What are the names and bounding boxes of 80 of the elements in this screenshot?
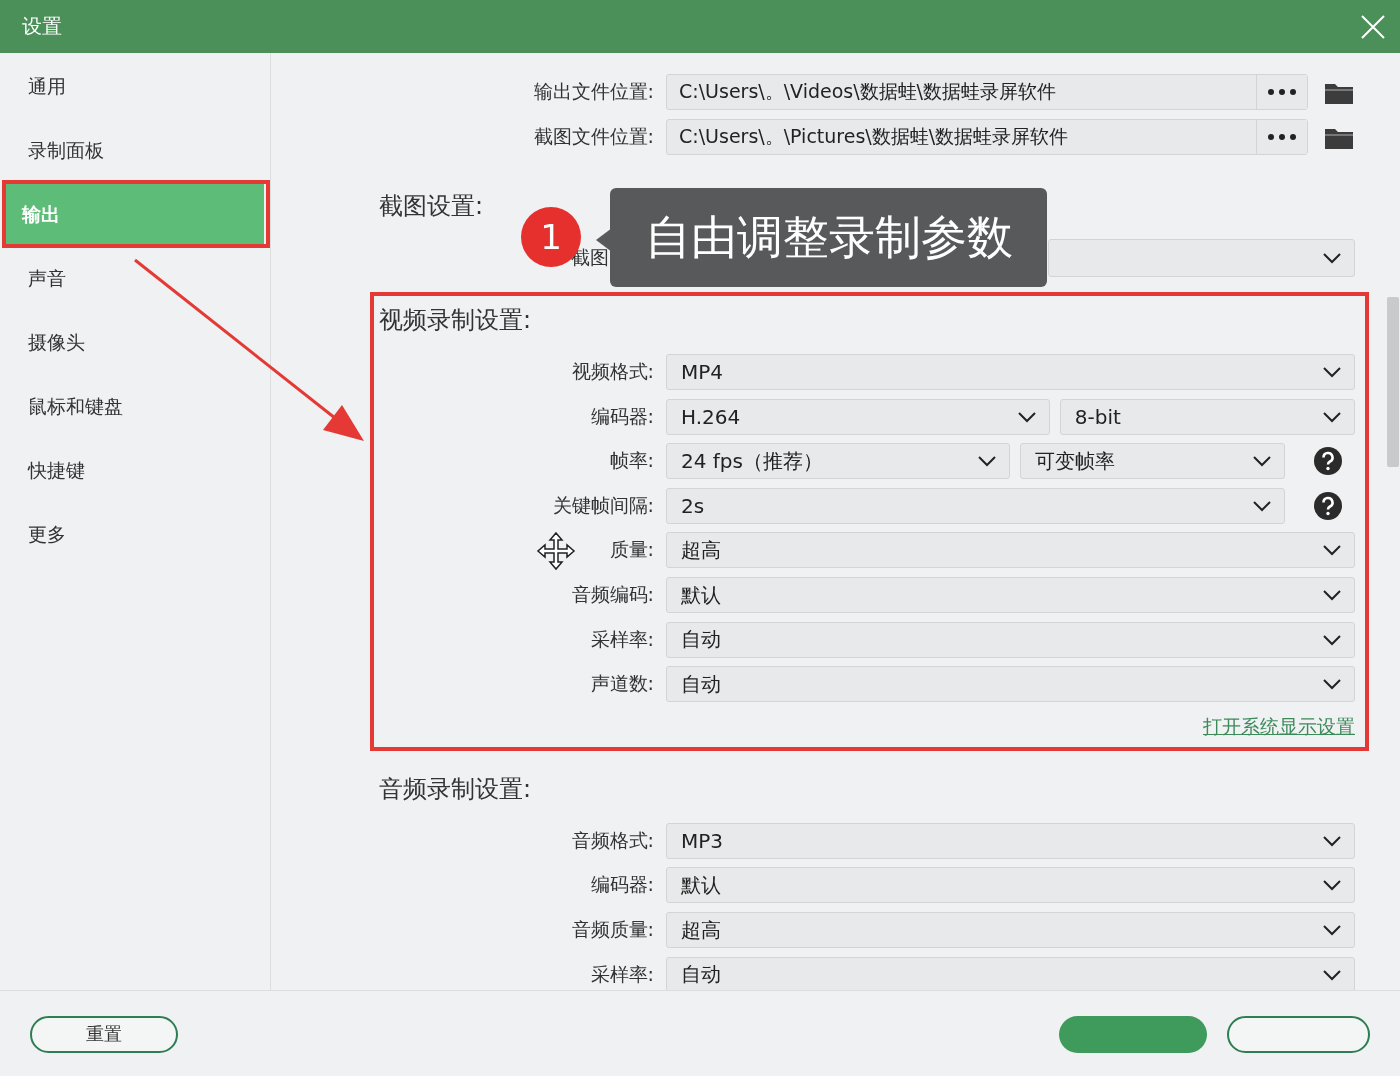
field-label: 音频编码: bbox=[571, 582, 654, 608]
dropdown-value: MP3 bbox=[681, 828, 724, 853]
section-heading: 视频录制设置: bbox=[379, 304, 532, 336]
window-title: 设置 bbox=[22, 13, 62, 40]
field-label: 截图文件位置: bbox=[533, 123, 654, 149]
field-label: 声道数: bbox=[590, 671, 654, 697]
dropdown-value: 自动 bbox=[681, 626, 721, 654]
dropdown[interactable]: 2s bbox=[666, 487, 1285, 524]
dropdown[interactable]: 自动 bbox=[666, 621, 1355, 658]
field-label: 关键帧间隔: bbox=[552, 492, 654, 518]
sidebar-item[interactable]: 录制面板 bbox=[6, 119, 264, 183]
sidebar-item[interactable]: 声音 bbox=[6, 247, 264, 311]
field-label: 音频格式: bbox=[571, 827, 654, 853]
field-label: 帧率: bbox=[609, 448, 654, 474]
callout-tooltip: 自由调整录制参数 bbox=[610, 188, 1047, 287]
dropdown[interactable]: 自动 bbox=[666, 666, 1355, 703]
dropdown[interactable]: H.264 bbox=[666, 398, 1050, 435]
chevron-down-icon bbox=[1252, 455, 1272, 468]
section-heading: 音频录制设置: bbox=[379, 773, 532, 805]
display-settings-link[interactable]: 打开系统显示设置 bbox=[379, 706, 1355, 747]
chevron-down-icon bbox=[1322, 544, 1342, 557]
sidebar-item[interactable]: 鼠标和键盘 bbox=[6, 375, 264, 439]
dropdown[interactable]: 24 fps（推荐） bbox=[666, 443, 1011, 480]
more-icon bbox=[1267, 88, 1297, 97]
chevron-down-icon bbox=[1322, 589, 1342, 602]
dropdown[interactable]: 8-bit bbox=[1059, 398, 1355, 435]
dropdown-value: 2s bbox=[681, 493, 705, 518]
chevron-down-icon bbox=[1322, 410, 1342, 423]
reset-button[interactable]: 重置 bbox=[30, 1015, 178, 1053]
folder-icon[interactable] bbox=[1324, 81, 1354, 106]
chevron-down-icon bbox=[1322, 366, 1342, 379]
dropdown-value: 默认 bbox=[681, 871, 721, 899]
confirm-button[interactable] bbox=[1059, 1015, 1207, 1053]
dropdown[interactable]: 超高 bbox=[666, 532, 1355, 569]
field-label: 输出文件位置: bbox=[533, 79, 654, 105]
cancel-button[interactable] bbox=[1227, 1015, 1370, 1053]
field-label: 音频质量: bbox=[571, 917, 654, 942]
dropdown[interactable]: 默认 bbox=[666, 577, 1355, 614]
more-icon bbox=[1267, 132, 1297, 141]
chevron-down-icon bbox=[1322, 252, 1342, 265]
dropdown-value: H.264 bbox=[681, 404, 741, 429]
browse-button[interactable] bbox=[1256, 75, 1307, 110]
dropdown-value: 超高 bbox=[681, 916, 721, 944]
chevron-down-icon bbox=[1322, 678, 1342, 691]
dropdown-value: MP4 bbox=[681, 360, 724, 385]
sidebar-item[interactable]: 更多 bbox=[6, 503, 264, 567]
dropdown[interactable]: 自动 bbox=[666, 956, 1355, 990]
field-label: 采样率: bbox=[590, 626, 654, 652]
dropdown[interactable]: 默认 bbox=[666, 867, 1355, 904]
chevron-down-icon bbox=[1016, 410, 1037, 423]
sidebar-item[interactable]: 快捷键 bbox=[6, 439, 264, 503]
dropdown[interactable]: 可变帧率 bbox=[1020, 443, 1285, 480]
chevron-down-icon bbox=[1322, 633, 1342, 646]
sidebar-item[interactable]: 摄像头 bbox=[6, 311, 264, 375]
chevron-down-icon bbox=[1252, 499, 1272, 512]
chevron-down-icon bbox=[1322, 834, 1342, 847]
browse-button[interactable] bbox=[1256, 119, 1307, 154]
dropdown-value: 8-bit bbox=[1074, 404, 1121, 429]
close-icon[interactable] bbox=[1360, 13, 1386, 40]
chevron-down-icon bbox=[1322, 968, 1342, 981]
field-label: 视频格式: bbox=[571, 359, 654, 385]
dropdown-value: 超高 bbox=[681, 536, 721, 564]
chevron-down-icon bbox=[1322, 879, 1342, 892]
sidebar-item[interactable]: 通用 bbox=[6, 55, 264, 119]
dropdown[interactable]: MP3 bbox=[666, 822, 1355, 859]
dropdown-value: 自动 bbox=[681, 961, 721, 989]
dropdown-value: 自动 bbox=[681, 670, 721, 698]
chevron-down-icon bbox=[1322, 924, 1342, 936]
field-label: 编码器: bbox=[590, 403, 654, 429]
field-label: 质量: bbox=[609, 537, 654, 563]
move-cursor-icon bbox=[536, 531, 576, 571]
field-label: 采样率: bbox=[590, 961, 654, 987]
dropdown[interactable]: 超高 bbox=[666, 912, 1355, 948]
dropdown-value: 24 fps（推荐） bbox=[681, 447, 823, 475]
dropdown-value: 默认 bbox=[681, 581, 721, 609]
dropdown-value: 可变帧率 bbox=[1035, 447, 1116, 475]
dropdown[interactable]: MP4 bbox=[666, 354, 1355, 391]
chevron-down-icon bbox=[977, 455, 998, 468]
section-heading: 截图设置: bbox=[379, 191, 484, 223]
field-label: 编码器: bbox=[590, 872, 654, 898]
